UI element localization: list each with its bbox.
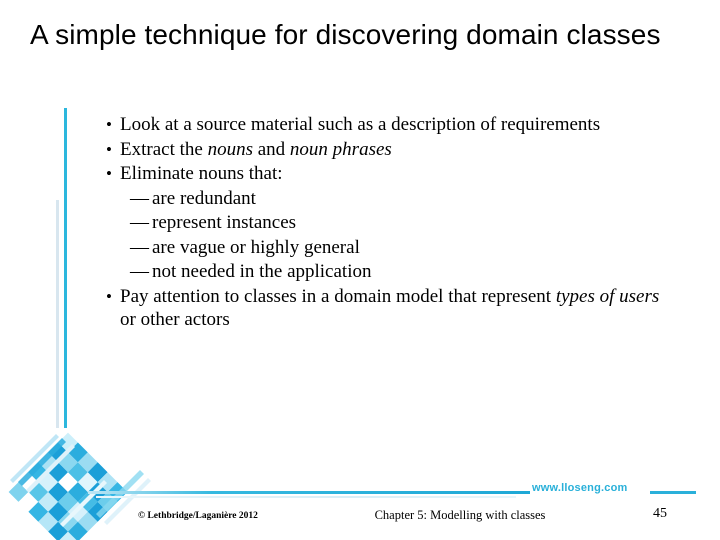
bullet-text: Extract the — [120, 138, 208, 160]
footer-divider-tail — [650, 491, 696, 494]
bullet-text: not needed in the application — [152, 261, 372, 282]
chapter-label: Chapter 5: Modelling with classes — [374, 508, 546, 522]
sub-bullet-item: represent instances — [105, 211, 671, 235]
page-number: 45 — [653, 506, 667, 521]
sub-bullet-item: are vague or highly general — [105, 236, 671, 260]
accent-bar-cyan — [64, 108, 67, 428]
bullet-item: Eliminate nouns that: — [105, 162, 671, 186]
page-title: A simple technique for discovering domai… — [30, 19, 661, 50]
bullet-text: are vague or highly general — [152, 236, 360, 258]
emphasis-text: noun phrases — [289, 138, 392, 160]
bullet-text: and — [252, 138, 290, 160]
bullet-text: represent instances — [152, 212, 297, 233]
slide-canvas: A simple technique for discovering domai… — [0, 0, 720, 540]
bullet-text: are redundant — [152, 187, 256, 209]
bullet-text: or other actors — [120, 309, 230, 330]
decorative-logo-icon — [8, 432, 151, 540]
bullet-text: Pay attention to classes in a domain mod… — [120, 285, 556, 307]
footer-divider — [88, 491, 530, 494]
bullet-list: Look at a source material such as a desc… — [105, 113, 671, 333]
bullet-text: Eliminate nouns that: — [120, 163, 283, 184]
bullet-item: Pay attention to classes in a domain mod… — [105, 285, 671, 332]
emphasis-text: types of users — [555, 285, 660, 307]
site-url-label: www.lloseng.com — [532, 482, 628, 494]
emphasis-text: nouns — [207, 138, 253, 160]
bullet-text: Look at a source material such as a desc… — [120, 114, 601, 135]
accent-bar-pale — [56, 200, 59, 428]
copyright-label: © Lethbridge/Laganière 2012 — [138, 511, 258, 521]
bullet-item: Extract the nouns and noun phrases — [105, 138, 671, 162]
footer-divider-shadow — [96, 496, 516, 498]
sub-bullet-item: not needed in the application — [105, 260, 671, 284]
bullet-item: Look at a source material such as a desc… — [105, 113, 671, 137]
sub-bullet-item: are redundant — [105, 187, 671, 211]
